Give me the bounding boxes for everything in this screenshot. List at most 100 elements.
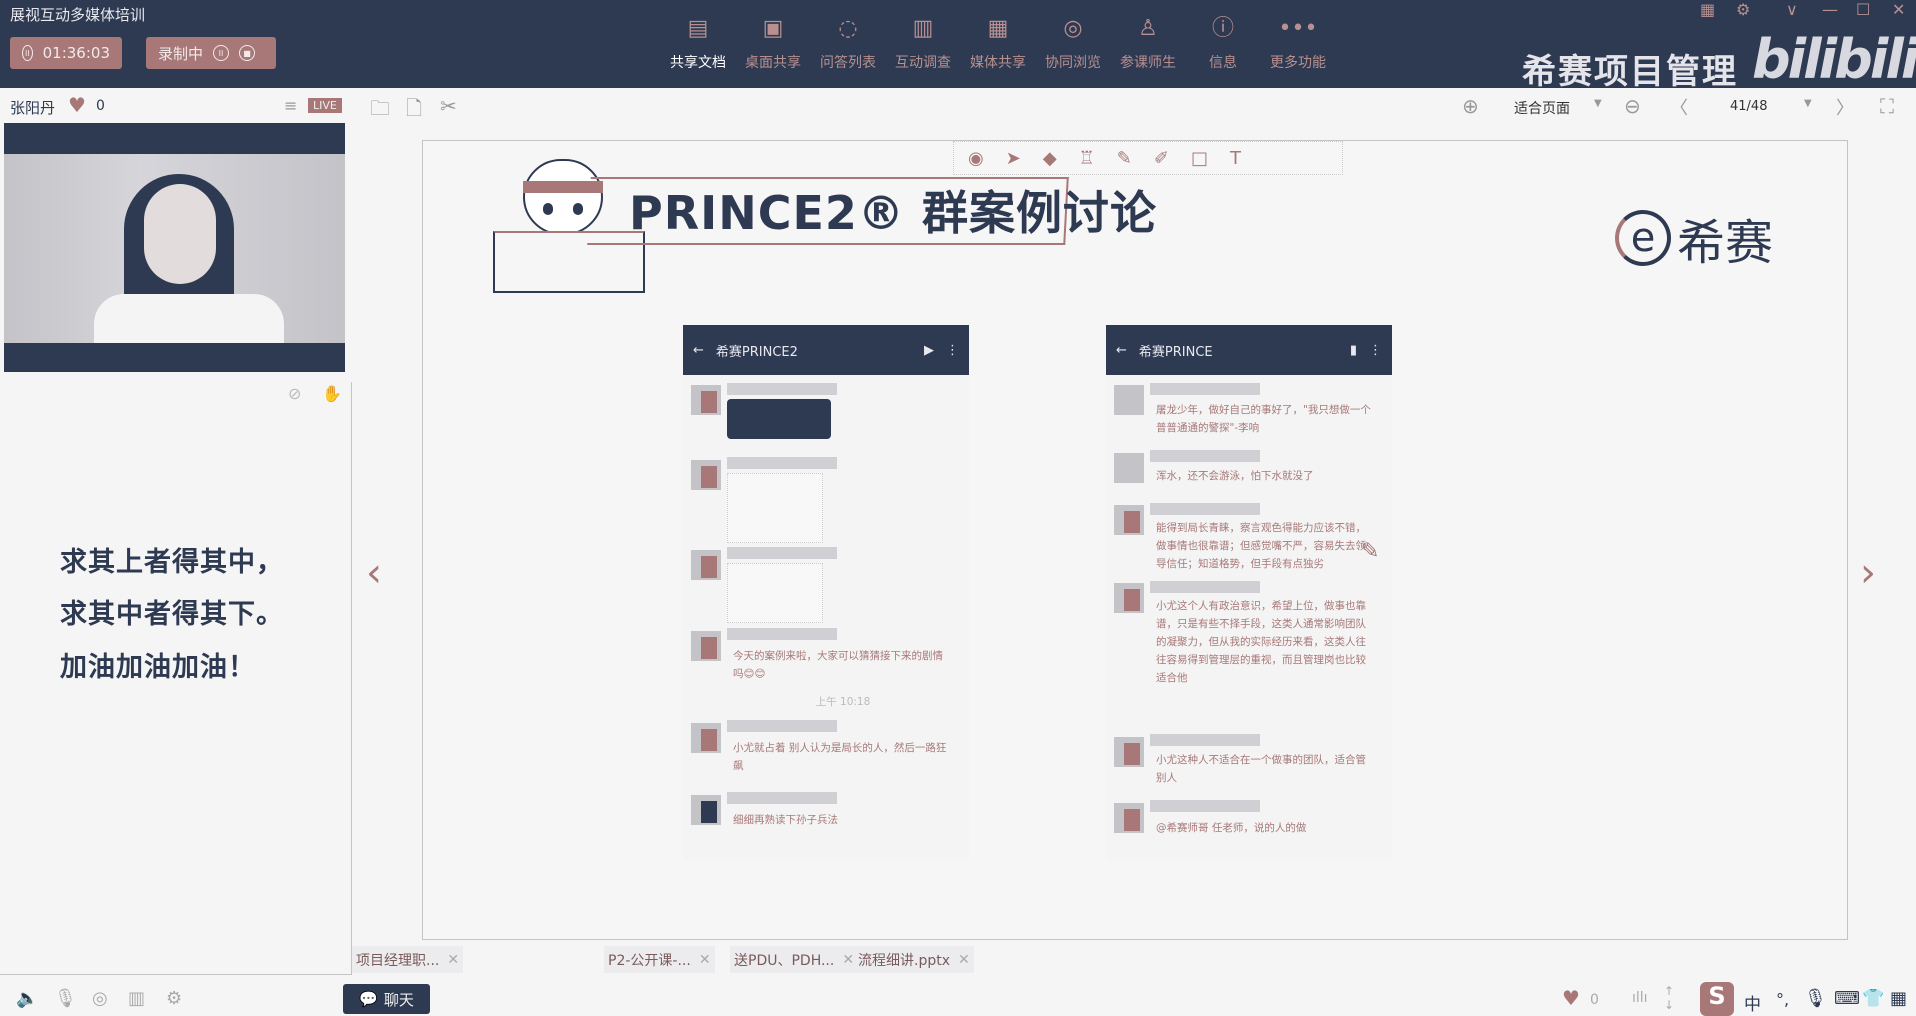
timer-value: 01:36:03 (42, 44, 110, 62)
equalizer-icon[interactable]: ▥ (128, 988, 145, 1009)
zoom-out-icon[interactable]: ⊖ (1624, 94, 1641, 118)
pause-recording-icon[interactable]: II (213, 45, 230, 61)
close-tab-icon[interactable]: ✕ (699, 952, 711, 968)
pointer-icon[interactable]: ➤ (1006, 148, 1021, 169)
chat-message: 今天的案例来啦，大家可以猜猜接下来的剧情吗😊😊 (733, 650, 943, 680)
scissors-icon[interactable]: ✂ (440, 94, 457, 118)
document-tab[interactable]: P2-公开课-... ✕ (604, 946, 715, 973)
page-indicator[interactable]: 41/48 (1730, 99, 1767, 114)
chat-message: 小尤就占着 别人认为是局长的人，然后一路狂飙 (733, 742, 947, 772)
settings-gear-icon[interactable]: ⚙ (166, 988, 182, 1009)
xisai-logo: e 希赛 (1615, 203, 1773, 273)
pause-icon: II (22, 45, 33, 61)
skin-icon[interactable]: 👕 (1862, 988, 1884, 1009)
case-banner-image (727, 399, 831, 439)
zoom-in-icon[interactable]: ⊕ (1462, 94, 1479, 118)
recording-label: 录制中 (158, 44, 204, 63)
grid-icon[interactable]: ▦ (1700, 0, 1715, 19)
toolbar-info-button[interactable]: ⓘ 信息 (1185, 14, 1261, 72)
shared-doc-card (727, 473, 823, 543)
like-count: 0 (96, 98, 105, 114)
toolbar-film-button[interactable]: ▦ 媒体共享 (960, 14, 1036, 72)
toolbar-label: 信息 (1209, 55, 1237, 71)
eraser-icon[interactable]: ◆ (1043, 148, 1057, 169)
info-icon: ⓘ (1211, 16, 1234, 41)
close-tab-icon[interactable]: ✕ (958, 952, 970, 968)
ime-mode[interactable]: 中 (1744, 990, 1761, 1015)
file-icon[interactable]: 🗋 (406, 94, 422, 128)
chat-screenshot-right: ← 希赛PRINCE ▮ ⋮ 屠龙少年，做好自己的事好了，"我只想做一个普普通通的警探… (1106, 325, 1392, 860)
fullscreen-icon[interactable]: ⛶ (1880, 94, 1894, 118)
chat-header: 希赛PRINCE2 (715, 344, 798, 360)
chat-message: 能得到局长青睐，察言观色得能力应该不错，做事情也很靠谱；但感觉嘴不严，容易失去领… (1156, 522, 1366, 570)
next-slide-arrow[interactable]: › (1860, 550, 1876, 596)
prev-page-icon[interactable]: 〈 (1670, 94, 1688, 120)
zoom-mode-select[interactable]: 适合页面 (1514, 98, 1570, 118)
toolbar-desktop-button[interactable]: ▣ 桌面共享 (735, 14, 811, 72)
chat-message: @希赛师哥 任老师，说的人的做 (1156, 822, 1307, 834)
chat-timestamp: 上午 10:18 (815, 696, 871, 708)
document-tab[interactable]: 送PDU、PDH... ✕ (730, 946, 859, 973)
bilibili-watermark: bilibili (1752, 28, 1916, 91)
timer-button[interactable]: II 01:36:03 (10, 37, 122, 69)
toolbar-compass-button[interactable]: ◎ 协同浏览 (1035, 14, 1111, 72)
toolbar-more-button[interactable]: ••• 更多功能 (1260, 14, 1336, 72)
camera-icon[interactable]: ◎ (92, 988, 108, 1009)
settings-icon[interactable]: ⚙ (1736, 0, 1750, 19)
film-icon: ▦ (987, 16, 1009, 41)
sogou-ime-icon[interactable]: S (1700, 982, 1734, 1016)
call-icon: ▮ (1349, 342, 1357, 358)
toolbar-qa-button[interactable]: ◌ 问答列表 (810, 14, 886, 72)
toolbox-icon[interactable]: ▦ (1890, 988, 1907, 1009)
minimize-icon[interactable]: — (1822, 0, 1838, 19)
toolbar-label: 问答列表 (820, 55, 876, 71)
document-tab[interactable]: 项目经理职... ✕ (352, 946, 464, 973)
highlighter-icon[interactable]: ✐ (1154, 148, 1169, 169)
heart-icon[interactable]: ♥ (68, 93, 86, 117)
desktop-icon: ▣ (762, 16, 784, 41)
next-page-icon[interactable]: 〉 (1836, 94, 1854, 120)
users-icon: ♙ (1138, 16, 1158, 41)
voice-input-icon[interactable]: 🎙 (1804, 988, 1827, 1009)
record-icon[interactable]: ◉ (968, 148, 984, 169)
stop-recording-icon[interactable]: ■ (239, 45, 256, 61)
menu-icon: ⋮ (946, 342, 959, 358)
chevron-down-icon[interactable]: ▼ (1594, 98, 1602, 109)
shared-doc-card (727, 563, 823, 623)
collapse-icon[interactable]: ∨ (1786, 0, 1798, 19)
toolbar-document-button[interactable]: ▤ 共享文档 (660, 14, 736, 72)
toolbar-label: 更多功能 (1270, 55, 1326, 71)
keyboard-icon[interactable]: ⌨ (1834, 988, 1860, 1009)
clear-icon[interactable]: ♖ (1079, 148, 1095, 169)
page-dropdown-icon[interactable]: ▼ (1804, 98, 1812, 109)
close-tab-icon[interactable]: ✕ (447, 952, 459, 968)
toolbar-label: 互动调查 (895, 55, 951, 71)
close-icon[interactable]: ✕ (1892, 0, 1905, 19)
toolbar-label: 媒体共享 (970, 55, 1026, 71)
list-icon[interactable]: ≡ (284, 96, 297, 115)
microphone-icon[interactable]: 🎙 (54, 988, 77, 1009)
open-folder-icon[interactable]: 🗀 (370, 94, 390, 128)
rectangle-icon[interactable]: □ (1191, 148, 1208, 169)
recording-control[interactable]: 录制中 II ■ (146, 37, 276, 69)
speaker-icon[interactable]: 🔈 (16, 988, 38, 1009)
heart-icon[interactable]: ♥ (1562, 986, 1580, 1010)
punctuation-icon[interactable]: °, (1776, 990, 1789, 1009)
toolbar-chart-button[interactable]: ▥ 互动调查 (885, 14, 961, 72)
close-tab-icon[interactable]: ✕ (842, 952, 854, 968)
back-icon: ← (693, 342, 704, 358)
motto-line: 求其上者得其中， (60, 547, 284, 578)
document-icon: ▤ (687, 16, 709, 41)
pen-cursor-icon: ✎ (1361, 539, 1380, 564)
toolbar-label: 共享文档 (670, 55, 726, 71)
presenter-video (4, 123, 345, 372)
toolbar-users-button[interactable]: ♙ 参课师生 (1110, 14, 1186, 72)
document-tab[interactable]: 流程细讲.pptx ✕ (854, 946, 974, 973)
prev-slide-arrow[interactable]: ‹ (366, 550, 382, 596)
chat-message: 浑水，还不会游泳，怕下水就没了 (1156, 470, 1314, 482)
text-icon[interactable]: T (1230, 148, 1241, 169)
chat-button[interactable]: 💬 聊天 (343, 984, 430, 1014)
tab-label: 送PDU、PDH... (734, 952, 835, 969)
maximize-icon[interactable]: ☐ (1856, 0, 1870, 19)
pen-icon[interactable]: ✎ (1117, 148, 1132, 169)
